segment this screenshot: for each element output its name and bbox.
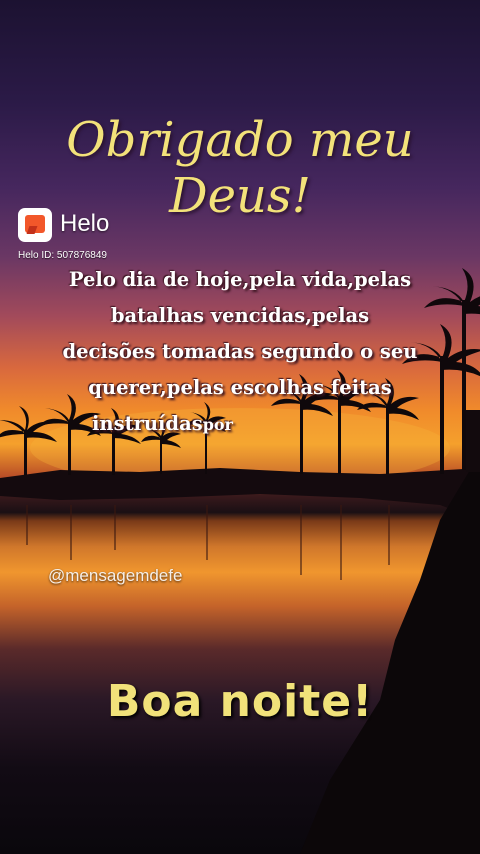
message-line: batalhas vencidas,pelas bbox=[110, 304, 370, 327]
helo-id-label: Helo ID: 507876849 bbox=[18, 250, 107, 261]
right-shore-silhouette bbox=[300, 440, 480, 854]
greeting-text: Boa noite! bbox=[106, 676, 374, 727]
message-line-tail: por bbox=[202, 415, 233, 434]
message-line: decisões tomadas segundo o seu bbox=[62, 340, 418, 363]
greeting-card-image: Obrigado meu Deus! Helo Helo ID: 5078768… bbox=[0, 0, 480, 854]
message-line: Pelo dia de hoje,pela vida,pelas bbox=[68, 268, 412, 291]
message-line: querer,pelas escolhas feitas bbox=[88, 376, 392, 399]
author-handle: @mensagemdefe bbox=[48, 566, 183, 585]
card-title: Obrigado meu Deus! bbox=[66, 112, 414, 224]
message-line-text: instruídas bbox=[92, 412, 203, 435]
helo-logo-icon bbox=[18, 208, 52, 242]
message-line: instruídaspor bbox=[40, 406, 440, 443]
message-text: Pelo dia de hoje,pela vida,pelas batalha… bbox=[40, 262, 440, 443]
helo-app-name: Helo bbox=[60, 210, 110, 237]
